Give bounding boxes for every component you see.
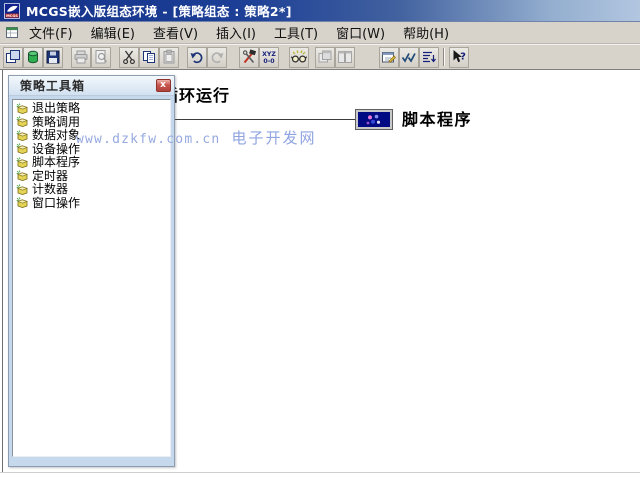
svg-text:XYZ: XYZ	[262, 51, 276, 58]
svg-text:0-0: 0-0	[263, 58, 275, 65]
strategy-check-button[interactable]	[399, 47, 419, 68]
tools-button[interactable]	[239, 47, 259, 68]
strategy-item-icon	[16, 130, 29, 142]
menu-edit[interactable]: 编辑(E)	[82, 21, 144, 44]
glasses-icon	[291, 49, 307, 65]
save-icon	[45, 49, 61, 65]
properties-icon	[381, 49, 397, 65]
document-icon[interactable]	[5, 25, 20, 40]
mcgs-app-window: MCGS MCGS嵌入版组态环境 - [策略组态 : 策略2*] 文件(F) 编…	[0, 0, 640, 495]
toolbox-titlebar[interactable]: 策略工具箱 x	[9, 76, 174, 96]
redo-icon	[209, 49, 225, 65]
strategy-item-icon	[16, 197, 29, 209]
svg-text:?: ?	[460, 52, 466, 63]
print-preview-button[interactable]	[91, 47, 111, 68]
toolbox-item-exit-strategy[interactable]: 退出策略	[15, 102, 170, 116]
toolbox-item-timer[interactable]: 定时器	[15, 170, 170, 184]
sort-list-icon	[421, 49, 437, 65]
script-confetti-icon	[363, 113, 385, 127]
properties-button[interactable]	[379, 47, 399, 68]
menu-file[interactable]: 文件(F)	[20, 21, 82, 44]
window-cascade-icon	[317, 49, 333, 65]
toolbar-separator	[443, 48, 445, 66]
print-preview-icon	[93, 49, 109, 65]
double-check-icon	[401, 49, 417, 65]
toolbar: XYZ 0-0	[0, 44, 640, 70]
watermark: www.dzkfw.com.cn 电子开发网	[76, 127, 317, 148]
menubar: 文件(F) 编辑(E) 查看(V) 插入(I) 工具(T) 窗口(W) 帮助(H…	[0, 22, 640, 44]
window-title: MCGS嵌入版组态环境 - [策略组态 : 策略2*]	[26, 1, 292, 20]
browse-button[interactable]	[289, 47, 309, 68]
strategy-item-icon	[16, 157, 29, 169]
undo-icon	[189, 49, 205, 65]
open-project-icon	[25, 49, 41, 65]
context-help-button[interactable]: ?	[449, 47, 469, 68]
mcgs-logo-icon: MCGS	[4, 3, 20, 19]
paste-icon	[161, 49, 177, 65]
strategy-item-icon	[16, 184, 29, 196]
toolbox-item-window-operation[interactable]: 窗口操作	[15, 197, 170, 211]
menu-view[interactable]: 查看(V)	[144, 21, 207, 44]
print-button[interactable]	[71, 47, 91, 68]
toolbox-item-script-program[interactable]: 脚本程序	[15, 156, 170, 170]
tools-hammer-icon	[241, 49, 257, 65]
menu-tools[interactable]: 工具(T)	[265, 21, 327, 44]
data-object-xyz-icon: XYZ 0-0	[261, 49, 277, 65]
close-icon: x	[160, 80, 167, 90]
save-button[interactable]	[43, 47, 63, 68]
help-arrow-icon: ?	[451, 49, 467, 65]
mdi-left-edge	[2, 70, 3, 472]
watermark-site: 电子开发网	[232, 129, 317, 147]
mdi-bottom-edge	[0, 472, 640, 473]
cut-icon	[121, 49, 137, 65]
watermark-url: www.dzkfw.com.cn	[76, 132, 220, 147]
window-tile-icon	[337, 49, 353, 65]
toolbox-close-button[interactable]: x	[156, 79, 171, 92]
script-block-label: 脚本程序	[402, 109, 472, 130]
copy-button[interactable]	[139, 47, 159, 68]
strategy-sort-button[interactable]	[419, 47, 439, 68]
script-program-block[interactable]	[355, 109, 393, 130]
titlebar[interactable]: MCGS MCGS嵌入版组态环境 - [策略组态 : 策略2*]	[0, 0, 640, 22]
open-project-button[interactable]	[23, 47, 43, 68]
strategy-item-icon	[16, 116, 29, 128]
strategy-item-icon	[16, 143, 29, 155]
menu-help[interactable]: 帮助(H)	[394, 21, 458, 44]
toolbox-list: 退出策略 策略调用 数据对象 设备操作 脚本程序	[12, 99, 171, 457]
strategy-item-icon	[16, 103, 29, 115]
new-strategy-icon	[5, 49, 21, 65]
window-cascade-button[interactable]	[315, 47, 335, 68]
print-icon	[73, 49, 89, 65]
window-tile-button[interactable]	[335, 47, 355, 68]
paste-button[interactable]	[159, 47, 179, 68]
strategy-canvas[interactable]: 循环运行 脚本程序 策略工具箱 x 退出策略	[0, 70, 640, 495]
toolbox-item-counter[interactable]: 计数器	[15, 183, 170, 197]
copy-icon	[141, 49, 157, 65]
data-object-button[interactable]: XYZ 0-0	[259, 47, 279, 68]
toolbox-title: 策略工具箱	[20, 77, 85, 94]
undo-button[interactable]	[187, 47, 207, 68]
redo-button[interactable]	[207, 47, 227, 68]
menu-window[interactable]: 窗口(W)	[327, 21, 394, 44]
strategy-item-icon	[16, 170, 29, 182]
cut-button[interactable]	[119, 47, 139, 68]
new-strategy-button[interactable]	[3, 47, 23, 68]
menu-insert[interactable]: 插入(I)	[207, 21, 265, 44]
svg-text:MCGS: MCGS	[6, 13, 18, 17]
